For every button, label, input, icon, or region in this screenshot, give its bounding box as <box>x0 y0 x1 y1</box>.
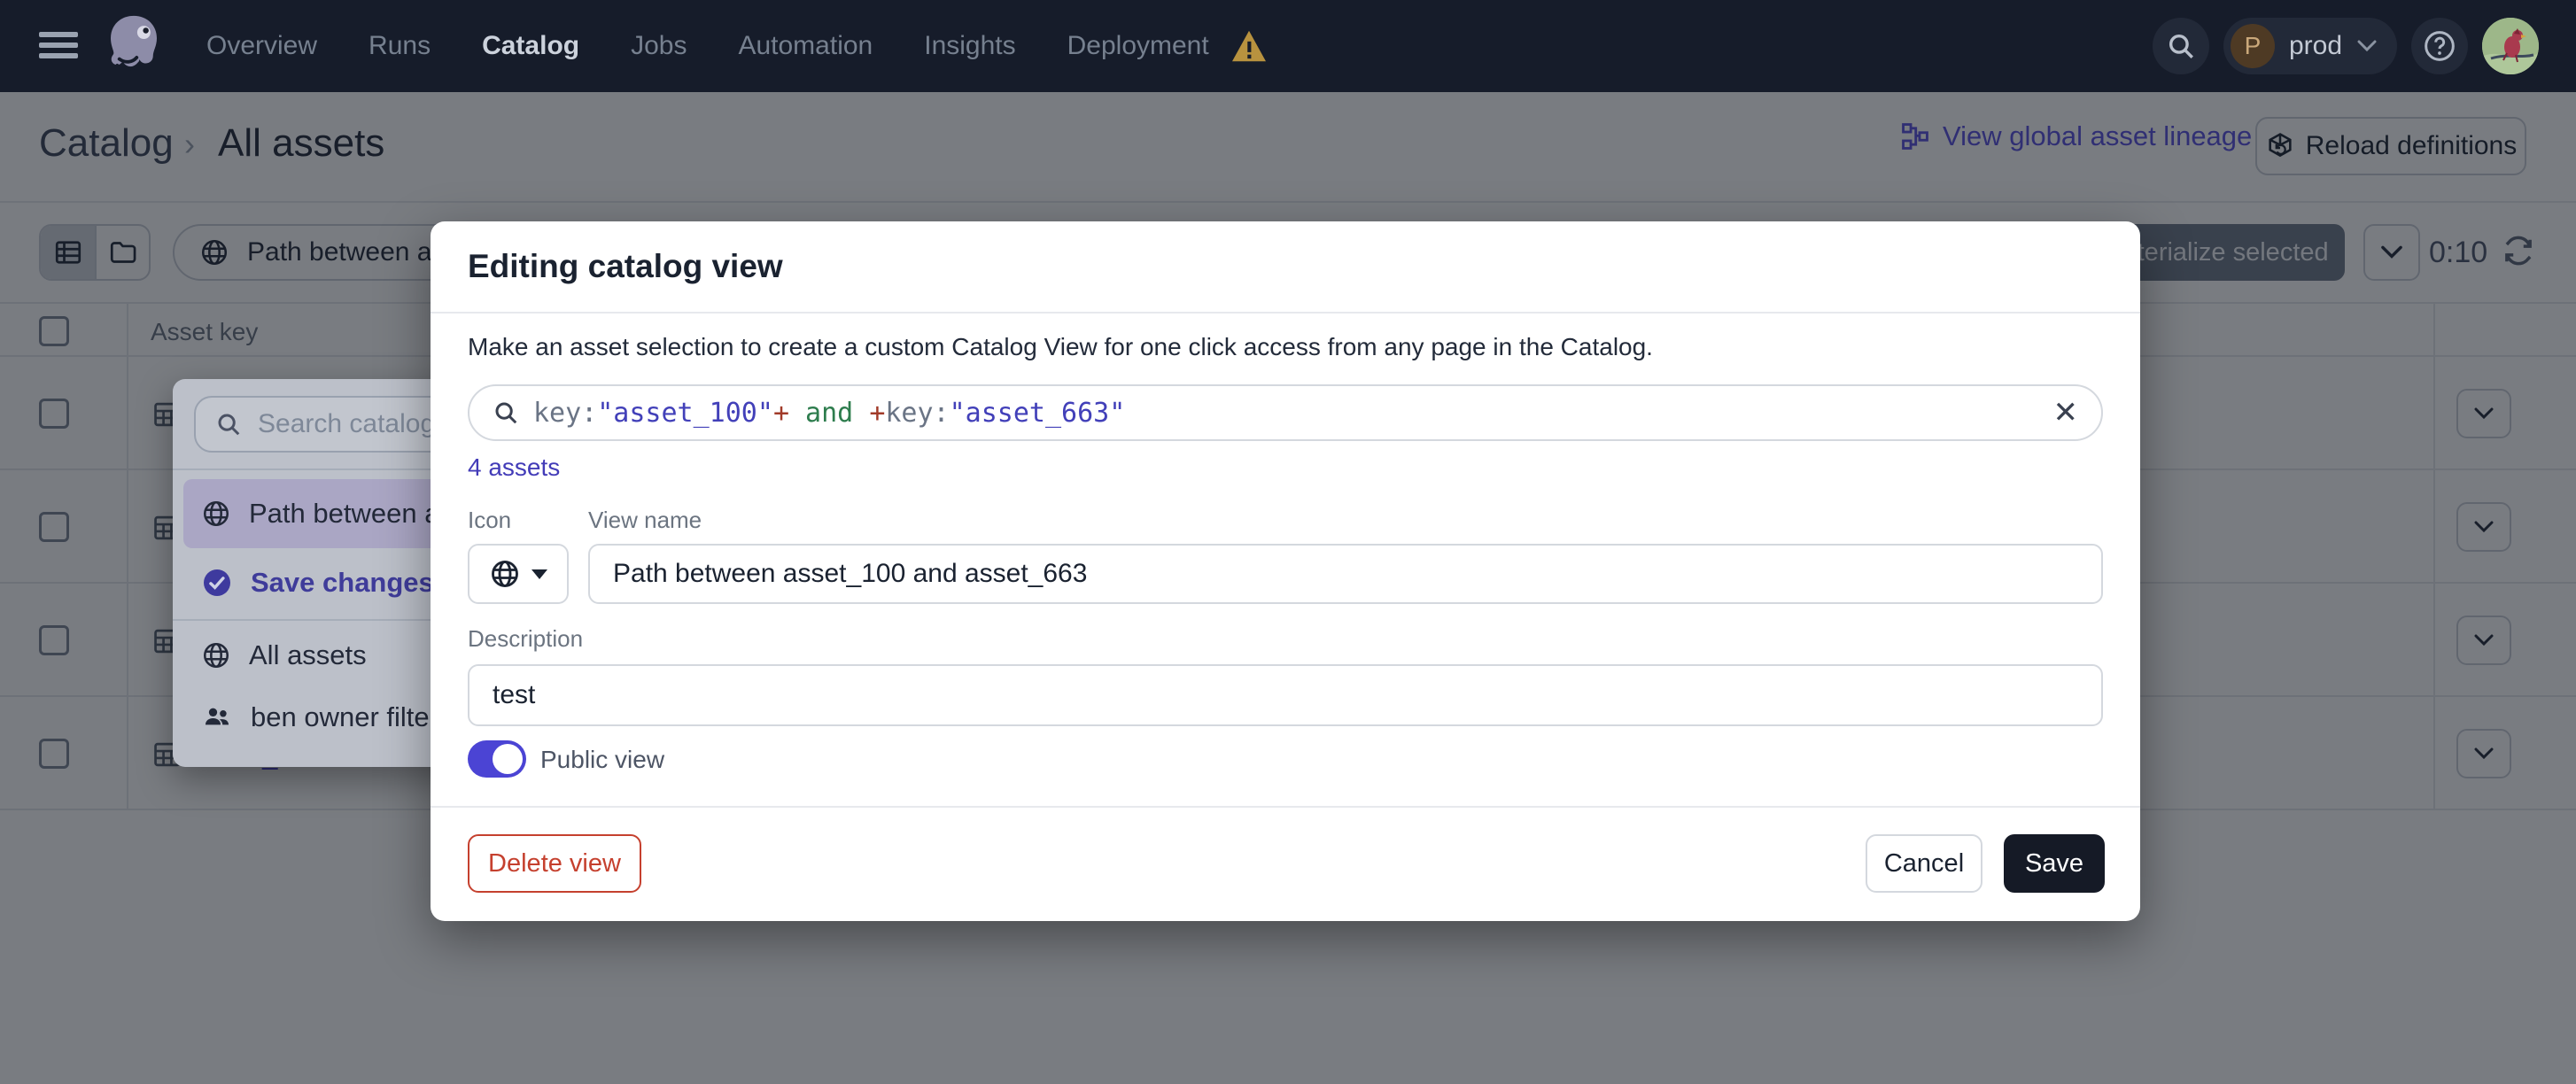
modal-title: Editing catalog view <box>468 248 783 284</box>
deployment-avatar: P <box>2230 24 2275 68</box>
help-icon[interactable] <box>2411 18 2468 74</box>
delete-view-button[interactable]: Delete view <box>468 834 641 893</box>
deployment-label: prod <box>2288 31 2342 60</box>
description-label: Description <box>468 625 584 652</box>
editing-catalog-view-modal: Editing catalog view Make an asset selec… <box>431 221 2140 921</box>
nav-item-runs[interactable]: Runs <box>369 31 431 61</box>
deployment-warning-icon <box>1230 29 1268 63</box>
nav-item-automation[interactable]: Automation <box>738 31 873 61</box>
description-input[interactable] <box>468 664 2103 726</box>
view-name-input[interactable] <box>588 544 2103 604</box>
chevron-down-icon <box>2357 40 2377 52</box>
search-icon <box>218 414 240 436</box>
asset-count-link[interactable]: 4 assets <box>468 453 560 482</box>
hamburger-menu-icon[interactable] <box>39 32 78 58</box>
asset-selection-input[interactable]: key:"asset_100"+ and +key:"asset_663" ✕ <box>468 384 2103 441</box>
asset-selection-input-value[interactable]: key:"asset_100"+ and +key:"asset_663" <box>533 398 2039 429</box>
people-icon <box>205 708 229 725</box>
globe-icon <box>492 561 518 587</box>
globe-icon <box>203 500 229 527</box>
nav-item-jobs[interactable]: Jobs <box>631 31 687 61</box>
deployment-switcher[interactable]: P prod <box>2223 18 2397 74</box>
public-view-label: Public view <box>540 746 665 773</box>
globe-icon <box>203 642 229 669</box>
save-button[interactable]: Save <box>2004 834 2105 893</box>
nav-item-insights[interactable]: Insights <box>924 31 1015 61</box>
view-name-label: View name <box>588 507 702 533</box>
nav-links: Overview Runs Catalog Jobs Automation In… <box>206 0 1268 92</box>
nav-item-deployment[interactable]: Deployment <box>1067 31 1209 61</box>
search-icon <box>495 402 517 424</box>
icon-label: Icon <box>468 507 512 533</box>
nav-item-catalog[interactable]: Catalog <box>482 31 579 61</box>
nav-right-cluster: P prod <box>2152 18 2539 74</box>
nav-item-overview[interactable]: Overview <box>206 31 317 61</box>
top-nav: Overview Runs Catalog Jobs Automation In… <box>0 0 2576 92</box>
public-view-toggle[interactable] <box>468 740 526 778</box>
caret-down-icon <box>531 569 547 579</box>
search-icon[interactable] <box>2152 18 2209 74</box>
dagster-logo <box>99 12 168 81</box>
clear-selection-icon[interactable]: ✕ <box>2053 398 2079 428</box>
check-circle-icon <box>204 569 230 596</box>
icon-picker[interactable] <box>468 544 569 604</box>
modal-description: Make an asset selection to create a cust… <box>468 333 1653 360</box>
cancel-button[interactable]: Cancel <box>1866 834 1982 893</box>
user-avatar[interactable] <box>2482 18 2539 74</box>
